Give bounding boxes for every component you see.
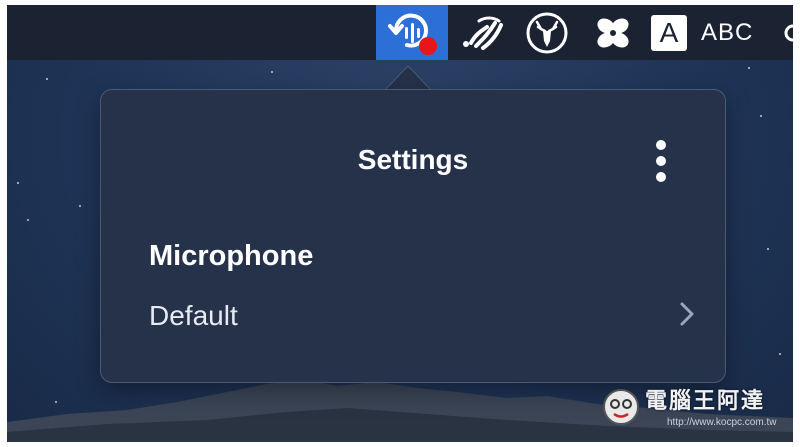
deer-app-button[interactable]	[519, 5, 575, 60]
star	[779, 353, 781, 355]
input-source-letter: A	[659, 16, 679, 48]
star	[46, 78, 48, 80]
vertical-ellipsis-icon	[656, 172, 666, 182]
popover-title: Settings	[357, 144, 469, 175]
audio-waves-icon	[463, 16, 503, 50]
menu-bar: A ABC	[7, 5, 793, 60]
star	[767, 248, 769, 250]
input-source-icon: A	[651, 14, 687, 51]
recorder-app-icon	[388, 13, 437, 55]
popover-arrow	[384, 65, 432, 91]
audio-waves-app-button[interactable]	[453, 5, 509, 60]
microphone-section-label: Microphone	[149, 240, 314, 272]
settings-popover: Settings Microphone Default	[100, 89, 726, 383]
microphone-value: Default	[149, 300, 238, 331]
pinwheel-app-button[interactable]	[585, 5, 641, 60]
deer-app-icon	[526, 12, 568, 53]
vertical-ellipsis-icon	[656, 140, 666, 150]
input-source-label: ABC	[701, 18, 754, 46]
desktop: A ABC Settings Microphone Default 電腦王阿達 …	[7, 5, 793, 442]
input-source-menu[interactable]: A ABC	[651, 5, 769, 60]
recorder-app-button[interactable]	[376, 5, 448, 60]
star	[17, 182, 19, 184]
more-options-button[interactable]	[649, 138, 673, 184]
star	[79, 205, 81, 207]
vertical-ellipsis-icon	[656, 156, 666, 166]
clipped-status-icon	[784, 24, 793, 41]
star	[27, 219, 29, 221]
clipped-menu-extra[interactable]	[783, 5, 793, 60]
mascot-logo-icon	[603, 389, 639, 425]
pinwheel-app-icon	[597, 17, 629, 48]
watermark-url: http://www.kocpc.com.tw	[667, 417, 777, 428]
recording-indicator	[419, 36, 437, 55]
watermark: 電腦王阿達 http://www.kocpc.com.tw	[597, 375, 793, 442]
microphone-select-row[interactable]: Default	[137, 286, 697, 342]
star	[271, 71, 273, 73]
star	[760, 115, 762, 117]
chevron-right-icon	[680, 302, 694, 326]
watermark-text: 電腦王阿達	[645, 388, 766, 413]
star	[748, 67, 750, 69]
